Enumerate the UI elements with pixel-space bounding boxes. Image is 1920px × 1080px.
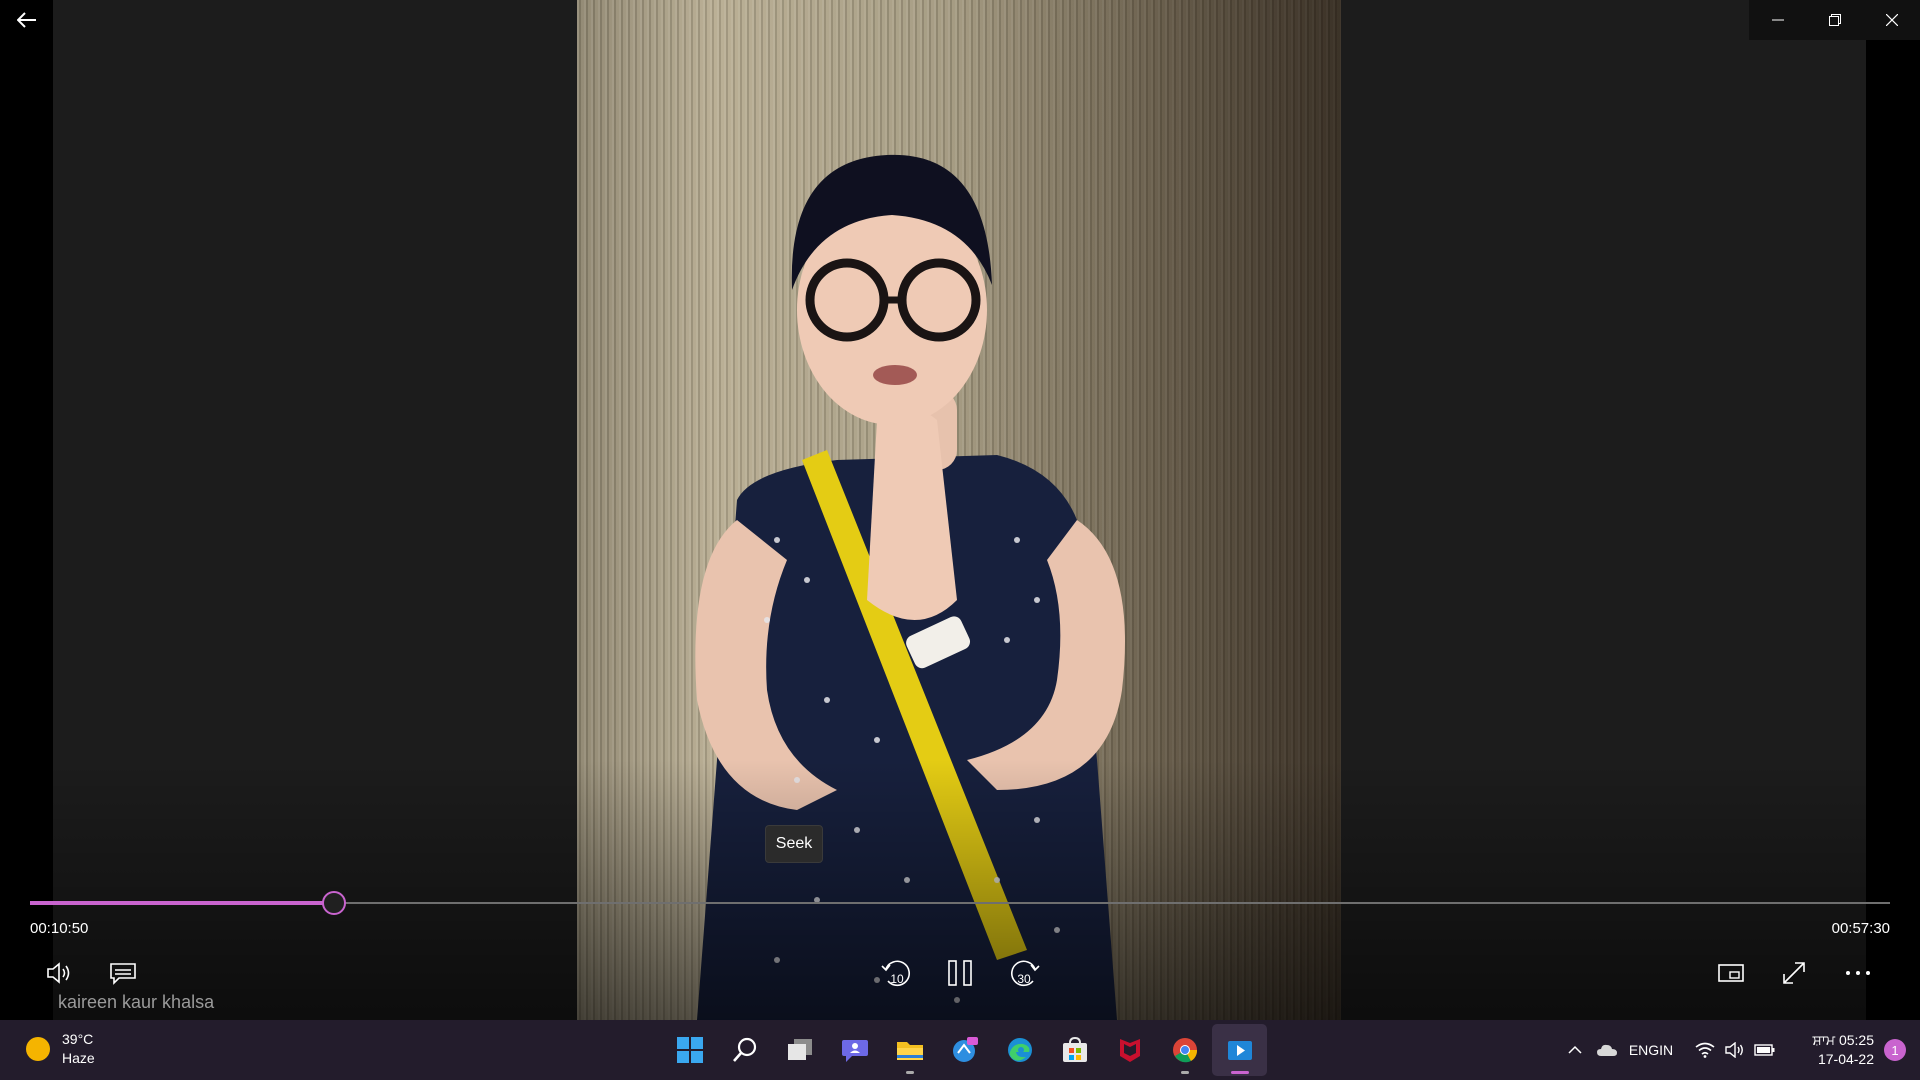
- edge-icon[interactable]: [992, 1024, 1047, 1076]
- restore-icon: [1828, 14, 1841, 26]
- chrome-icon[interactable]: [1157, 1024, 1212, 1076]
- subtitles-icon: [110, 963, 136, 985]
- running-indicator: [905, 1071, 914, 1074]
- current-time: 00:10:50: [30, 920, 89, 937]
- more-options-icon: [1846, 971, 1870, 975]
- video-stage[interactable]: Seek 00:10:50 00:57:30 10 30 kaireen kau…: [0, 0, 1920, 1020]
- windows-start-icon[interactable]: [662, 1024, 717, 1076]
- search-icon[interactable]: [717, 1024, 772, 1076]
- language-primary: ENG: [1628, 1041, 1660, 1058]
- language-secondary: IN: [1659, 1041, 1674, 1058]
- mail-calendar-icon[interactable]: [937, 1024, 992, 1076]
- minimize-icon: [1771, 19, 1784, 21]
- fullscreen-button[interactable]: [1772, 955, 1816, 991]
- media-title: kaireen kaur khalsa: [58, 992, 215, 1012]
- clock-date: 17-04-22: [1817, 1051, 1874, 1067]
- close-button[interactable]: [1863, 0, 1920, 40]
- active-indicator: [1230, 1071, 1249, 1074]
- notification-badge[interactable]: 1: [1884, 1039, 1906, 1061]
- pause-icon: [948, 960, 972, 986]
- system-tray: ENG IN ਸ਼ਾਮ 05:25 17-04-22 1: [1560, 1020, 1920, 1080]
- back-arrow-icon: [16, 12, 36, 28]
- show-hidden-icons-button[interactable]: [1560, 1045, 1590, 1055]
- taskbar-apps: [662, 1024, 1267, 1076]
- weather-desc: Haze: [62, 1050, 95, 1066]
- volume-button[interactable]: [38, 955, 82, 991]
- file-explorer-icon[interactable]: [882, 1024, 937, 1076]
- clock-time: ਸ਼ਾਮ 05:25: [1812, 1032, 1874, 1048]
- sun-icon: [26, 1037, 50, 1061]
- chevron-up-icon: [1568, 1045, 1582, 1054]
- seek-tooltip: Seek: [765, 825, 823, 863]
- total-time: 00:57:30: [1831, 920, 1890, 937]
- mcafee-icon[interactable]: [1102, 1024, 1157, 1076]
- wifi-icon[interactable]: [1690, 1042, 1720, 1058]
- task-view-icon[interactable]: [772, 1024, 827, 1076]
- input-language-indicator[interactable]: ENG IN: [1624, 1041, 1678, 1060]
- skip-back-button[interactable]: 10: [875, 955, 919, 991]
- window-controls: [1749, 0, 1920, 40]
- skip-forward-button[interactable]: 30: [1002, 955, 1046, 991]
- chat-icon[interactable]: [827, 1024, 882, 1076]
- speaker-icon[interactable]: [1720, 1042, 1750, 1058]
- taskbar: 39°C Haze ENG IN ਸ਼ਾਮ 05:25 17-04-22 1: [0, 1020, 1920, 1080]
- skip-forward-icon: 30: [1011, 960, 1040, 987]
- back-button[interactable]: [0, 0, 53, 40]
- media-player-icon[interactable]: [1212, 1024, 1267, 1076]
- volume-icon: [47, 962, 70, 984]
- mini-view-button[interactable]: [1709, 955, 1753, 991]
- restore-button[interactable]: [1806, 0, 1863, 40]
- subtitles-button[interactable]: [101, 955, 145, 991]
- minimize-button[interactable]: [1749, 0, 1806, 40]
- more-options-button[interactable]: [1836, 955, 1880, 991]
- seek-thumb[interactable]: [322, 891, 347, 915]
- skip-back-icon: 10: [881, 960, 910, 987]
- pause-button[interactable]: [938, 955, 982, 991]
- close-icon: [1885, 14, 1898, 26]
- skip-forward-label: 30: [1017, 972, 1031, 986]
- store-icon[interactable]: [1047, 1024, 1102, 1076]
- seek-progress: [30, 901, 334, 905]
- weather-temp: 39°C: [62, 1031, 94, 1047]
- onedrive-icon[interactable]: [1590, 1043, 1624, 1057]
- running-indicator: [1180, 1071, 1189, 1074]
- weather-widget[interactable]: 39°C Haze: [26, 1030, 95, 1068]
- seek-bar[interactable]: [30, 891, 1890, 915]
- skip-back-label: 10: [890, 972, 904, 986]
- battery-icon[interactable]: [1750, 1043, 1780, 1057]
- taskbar-clock[interactable]: ਸ਼ਾਮ 05:25 17-04-22: [1788, 1031, 1874, 1069]
- mini-view-icon: [1718, 964, 1744, 982]
- fullscreen-icon: [1783, 962, 1805, 984]
